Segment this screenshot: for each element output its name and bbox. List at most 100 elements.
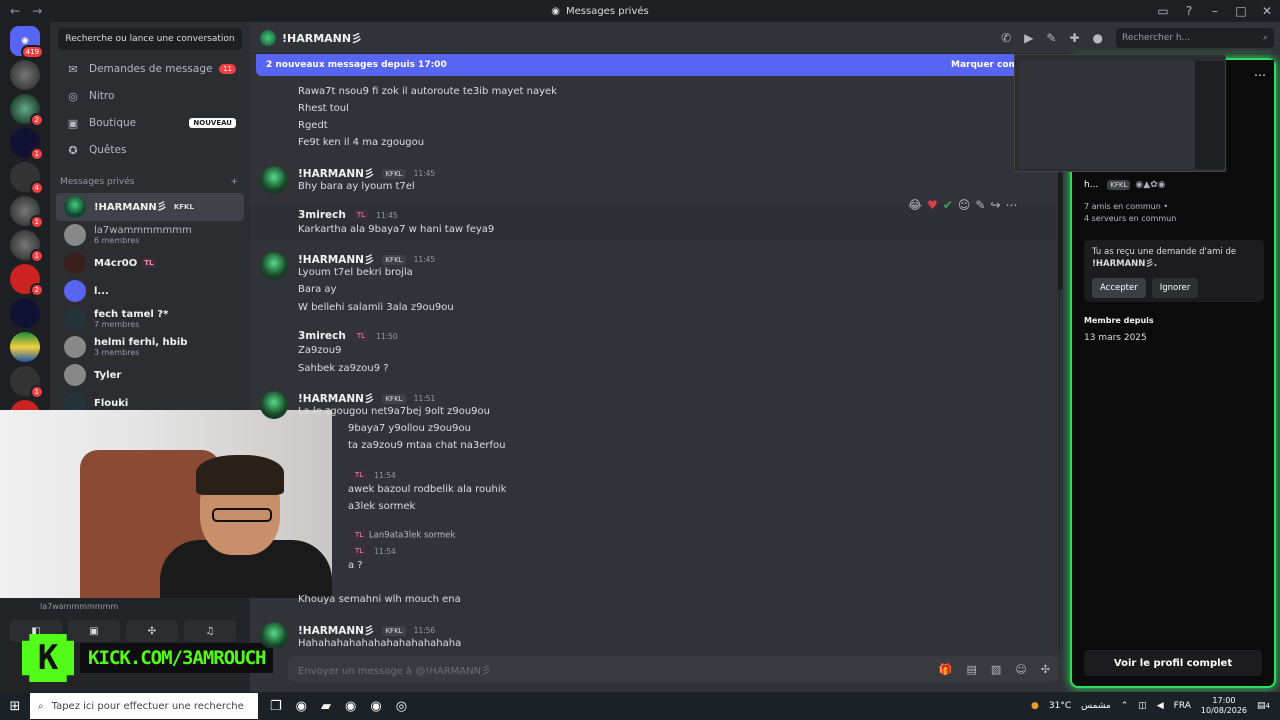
gift-icon[interactable]: 🎁	[939, 663, 953, 676]
avatar[interactable]	[260, 622, 288, 648]
volume-icon[interactable]: ◀	[1157, 701, 1164, 711]
server-icon[interactable]: 1	[10, 196, 44, 229]
nav-quests[interactable]: ✪ Quêtes	[56, 137, 244, 163]
help-icon[interactable]: ?	[1176, 4, 1202, 18]
dm-item[interactable]: Tyler	[56, 361, 244, 389]
notification-icon[interactable]: ▤4	[1257, 701, 1270, 711]
search-input[interactable]: Rechercher h... ⌕	[1116, 27, 1274, 48]
server-icon[interactable]	[10, 60, 40, 90]
avatar[interactable]	[260, 252, 288, 280]
more-icon[interactable]: ⋯	[1254, 68, 1266, 82]
guild-tag: KFKL	[382, 168, 406, 179]
maximize-button[interactable]: □	[1228, 4, 1254, 18]
mutual-friends[interactable]: 7 amis en commun •	[1084, 202, 1168, 211]
gif-icon[interactable]: ▤	[967, 663, 977, 676]
check-reaction-icon[interactable]: ✔	[943, 198, 953, 212]
chrome-icon[interactable]: ◉	[296, 699, 307, 714]
dm-item[interactable]: helmi ferhi, hbib 3 membres	[56, 333, 244, 361]
server-icon[interactable]: 2	[10, 264, 44, 297]
chrome-icon[interactable]: ◉	[370, 699, 381, 714]
laugh-reaction-icon[interactable]: 😂	[908, 198, 922, 212]
minimize-button[interactable]: –	[1202, 4, 1228, 18]
pin-icon[interactable]: ✎	[1046, 31, 1056, 45]
close-button[interactable]: ✕	[1254, 4, 1280, 18]
apps-icon[interactable]: ✣	[1041, 663, 1050, 676]
heart-reaction-icon[interactable]: ♥	[927, 198, 938, 212]
accept-button[interactable]: Accepter	[1092, 278, 1146, 298]
dm-item[interactable]: la7wammmmmmm 6 membres	[56, 221, 244, 249]
timestamp: 11:54	[374, 470, 396, 480]
edit-icon[interactable]: ✎	[975, 198, 985, 212]
server-icon[interactable]: 4	[10, 162, 44, 195]
call-icon[interactable]: ✆	[1001, 31, 1011, 45]
profile-name: h...	[1084, 180, 1099, 190]
forward-arrow-icon[interactable]: →	[32, 4, 42, 18]
dm-sub: 6 membres	[94, 236, 140, 245]
username[interactable]: !HARMANN彡	[298, 623, 374, 638]
server-icon[interactable]: 1	[10, 366, 44, 399]
sticker-icon[interactable]: ▧	[991, 663, 1001, 676]
scrollbar-thumb[interactable]	[1058, 170, 1063, 290]
username[interactable]: !HARMANN彡	[298, 166, 374, 181]
avatar[interactable]	[260, 166, 288, 194]
nav-label: Boutique	[89, 117, 137, 129]
username[interactable]: 3mirech	[298, 209, 346, 221]
home-button[interactable]: ◉ 419	[10, 26, 44, 59]
dm-name: helmi ferhi, hbib	[94, 337, 188, 348]
add-friend-icon[interactable]: ✚	[1069, 31, 1079, 45]
message-input[interactable]: Envoyer un message à @!HARMANN彡 🎁 ▤ ▧ ☺ …	[288, 656, 1058, 682]
task-view-icon[interactable]: ❐	[270, 699, 282, 714]
message-group: !HARMANN彡 KFKL 11:45 Bhy bara ay lyoum t7e…	[250, 164, 1056, 200]
avatar[interactable]	[260, 391, 288, 419]
username[interactable]: !HARMANN彡	[298, 252, 374, 267]
server-icon[interactable]	[10, 298, 40, 328]
add-reaction-icon[interactable]: ☺	[958, 198, 971, 212]
network-icon[interactable]: ◫	[1138, 701, 1147, 711]
windows-start-icon[interactable]: ⊞	[0, 699, 30, 714]
nav-shop[interactable]: ▣ Boutique NOUVEAU	[56, 110, 244, 136]
language-indicator[interactable]: FRA	[1174, 701, 1191, 711]
guild-tag: TL	[352, 546, 367, 556]
window-title: Messages privés	[566, 5, 649, 17]
message-group: !HARMANN彡 KFKL 11:45 Lyoum t7el bekri broj…	[250, 250, 1056, 320]
notification-count: 4	[1265, 702, 1270, 710]
server-badge: 1	[29, 215, 44, 229]
back-arrow-icon[interactable]: ←	[10, 4, 20, 18]
server-icon[interactable]: 2	[10, 94, 44, 127]
user-profile-icon[interactable]: ●	[1093, 31, 1103, 45]
server-icon[interactable]: 1	[10, 230, 44, 263]
tray-chevron-icon[interactable]: ⌃	[1121, 701, 1129, 711]
dm-item[interactable]: l...	[56, 277, 244, 305]
new-badge: NOUVEAU	[189, 118, 236, 128]
obs-icon[interactable]: ◎	[396, 699, 407, 714]
view-full-profile-button[interactable]: Voir le profil complet	[1084, 650, 1262, 676]
video-icon[interactable]: ▶	[1024, 31, 1033, 45]
username[interactable]: !HARMANN彡	[298, 391, 374, 406]
emoji-icon[interactable]: ☺	[1015, 663, 1026, 676]
new-messages-banner[interactable]: 2 nouveaux messages depuis 17:00 Marquer …	[256, 54, 1056, 76]
create-dm-button[interactable]: +	[230, 177, 238, 187]
inbox-icon[interactable]: ▭	[1150, 4, 1176, 18]
more-icon[interactable]: ⋯	[1006, 198, 1018, 212]
file-explorer-icon[interactable]: ▰	[321, 699, 331, 714]
clock[interactable]: 17:00 10/08/2026	[1201, 696, 1247, 716]
taskbar-search[interactable]: ⌕ Tapez ici pour effectuer une recherche	[30, 693, 258, 719]
guild-tag: KFKL	[382, 254, 406, 265]
server-icon[interactable]: 1	[10, 128, 44, 161]
dm-item[interactable]: M4cr0O TL	[56, 249, 244, 277]
nav-nitro[interactable]: ◎ Nitro	[56, 83, 244, 109]
server-icon[interactable]	[10, 332, 40, 362]
username[interactable]: 3mirech	[298, 330, 346, 342]
nav-message-requests[interactable]: ✉ Demandes de message 11	[56, 56, 244, 82]
find-conversation-button[interactable]: Recherche ou lance une conversation	[58, 28, 242, 50]
forward-icon[interactable]: ↪	[990, 198, 1000, 212]
mutual-servers[interactable]: 4 serveurs en commun	[1084, 214, 1176, 223]
dm-item[interactable]: fech tamel ?* 7 membres	[56, 305, 244, 333]
reply-preview[interactable]: TL Lan9ata3lek sormek	[348, 530, 455, 541]
friend-request-card: Tu as reçu une demande d'ami de !HARMANN…	[1084, 240, 1264, 302]
mail-icon: ✉	[68, 62, 78, 76]
avatar	[64, 364, 86, 386]
ignore-button[interactable]: Ignorer	[1151, 278, 1199, 298]
discord-icon[interactable]: ◉	[345, 699, 356, 714]
dm-item[interactable]: !HARMANN彡 KFKL	[56, 193, 244, 221]
